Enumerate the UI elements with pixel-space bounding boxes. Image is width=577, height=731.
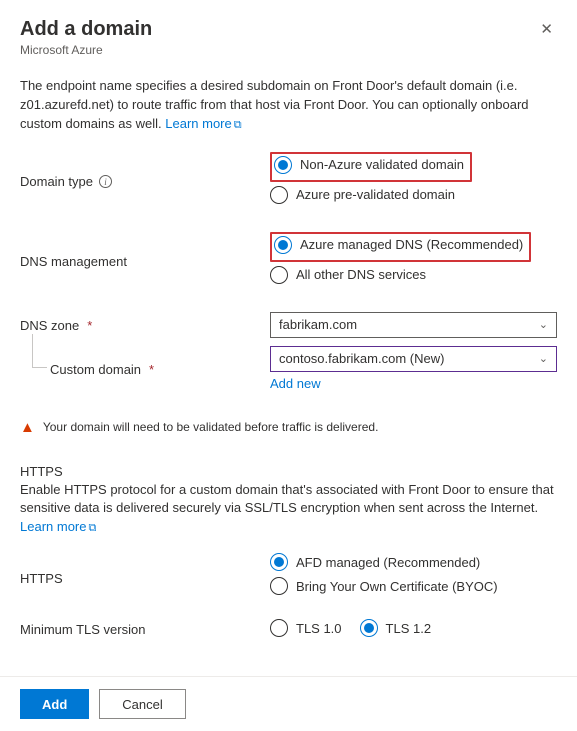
learn-more-link[interactable]: Learn more⧉ <box>165 116 241 131</box>
chevron-down-icon: ⌄ <box>539 318 548 331</box>
radio-non-azure-validated[interactable]: Non-Azure validated domain <box>274 156 464 174</box>
radio-byoc[interactable]: Bring Your Own Certificate (BYOC) <box>270 577 557 595</box>
dns-zone-label: DNS zone <box>20 318 79 333</box>
radio-tls-1-2[interactable]: TLS 1.2 <box>360 619 432 637</box>
https-label: HTTPS <box>20 571 63 586</box>
radio-all-other-dns[interactable]: All other DNS services <box>270 266 557 284</box>
panel-subtitle: Microsoft Azure <box>20 43 152 57</box>
cancel-button[interactable]: Cancel <box>99 689 185 719</box>
dns-management-label: DNS management <box>20 254 127 269</box>
radio-azure-managed-dns[interactable]: Azure managed DNS (Recommended) <box>274 236 523 254</box>
external-link-icon: ⧉ <box>234 119 242 131</box>
warning-icon: ▲ <box>20 419 35 436</box>
description-body: The endpoint name specifies a desired su… <box>20 78 529 131</box>
description-text: The endpoint name specifies a desired su… <box>20 77 557 134</box>
radio-azure-pre-validated[interactable]: Azure pre-validated domain <box>270 186 557 204</box>
radio-tls-1-0[interactable]: TLS 1.0 <box>270 619 342 637</box>
close-icon[interactable]: ✕ <box>536 18 557 41</box>
add-new-link[interactable]: Add new <box>270 376 557 391</box>
footer: Add Cancel <box>0 676 577 731</box>
radio-afd-managed[interactable]: AFD managed (Recommended) <box>270 553 557 571</box>
dns-zone-dropdown[interactable]: fabrikam.com ⌄ <box>270 312 557 338</box>
warning-text: Your domain will need to be validated be… <box>43 420 379 434</box>
https-section-title: HTTPS <box>20 464 557 479</box>
add-button[interactable]: Add <box>20 689 89 719</box>
chevron-down-icon: ⌄ <box>539 352 548 365</box>
custom-domain-label: Custom domain <box>50 362 141 377</box>
tls-label: Minimum TLS version <box>20 622 145 637</box>
external-link-icon: ⧉ <box>88 522 96 534</box>
domain-type-label: Domain type <box>20 174 93 189</box>
custom-domain-dropdown[interactable]: contoso.fabrikam.com (New) ⌄ <box>270 346 557 372</box>
panel-title: Add a domain <box>20 18 152 41</box>
info-icon[interactable]: i <box>99 175 112 188</box>
https-learn-more-link[interactable]: Learn more⧉ <box>20 519 96 535</box>
https-description: Enable HTTPS protocol for a custom domai… <box>20 481 557 517</box>
